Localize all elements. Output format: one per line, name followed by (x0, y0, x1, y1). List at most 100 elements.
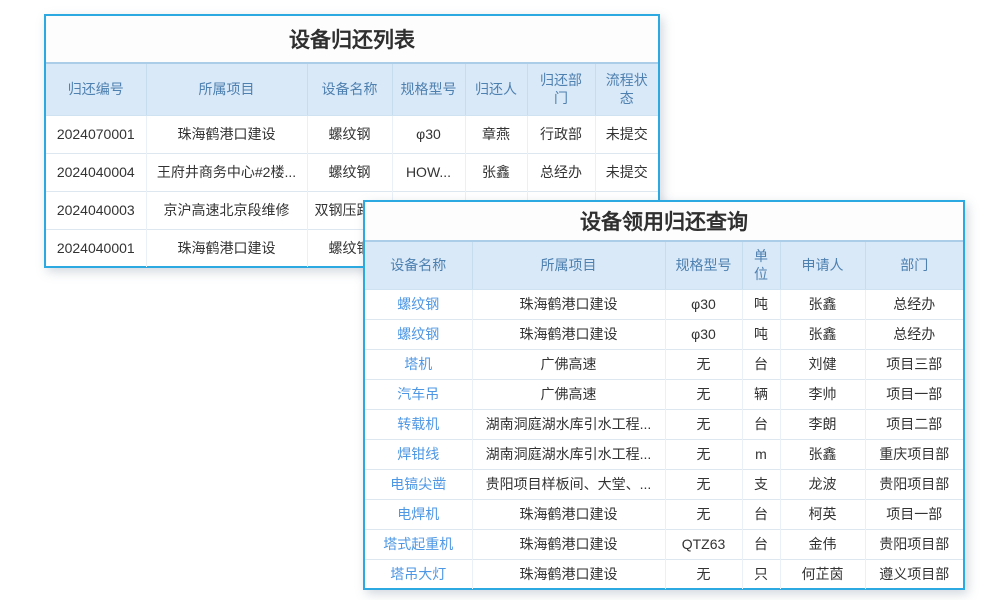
cell: 吨 (742, 319, 780, 349)
equipment-query-window: 设备领用归还查询 设备名称所属项目规格型号单位申请人部门 螺纹钢珠海鹤港口建设φ… (363, 200, 965, 590)
table-row: 2024070001珠海鹤港口建设螺纹钢φ30章燕行政部未提交 (46, 115, 658, 153)
cell: 项目三部 (865, 349, 963, 379)
equipment-name-link[interactable]: 电焊机 (365, 499, 472, 529)
cell: 珠海鹤港口建设 (472, 499, 665, 529)
cell: 辆 (742, 379, 780, 409)
cell: 2024040001 (46, 229, 146, 267)
column-header: 流程状态 (595, 63, 658, 115)
cell: 贵阳项目样板间、大堂、... (472, 469, 665, 499)
column-header: 设备名称 (365, 241, 472, 289)
return-list-header-row: 归还编号所属项目设备名称规格型号归还人归还部门流程状态 (46, 63, 658, 115)
cell: 湖南洞庭湖水库引水工程... (472, 409, 665, 439)
cell: 台 (742, 409, 780, 439)
table-row: 螺纹钢珠海鹤港口建设φ30吨张鑫总经办 (365, 289, 963, 319)
cell: φ30 (665, 319, 742, 349)
table-row: 电焊机珠海鹤港口建设无台柯英项目一部 (365, 499, 963, 529)
cell: HOW... (392, 153, 465, 191)
cell: 章燕 (465, 115, 527, 153)
query-table: 设备名称所属项目规格型号单位申请人部门 螺纹钢珠海鹤港口建设φ30吨张鑫总经办螺… (365, 240, 963, 589)
cell: 项目一部 (865, 499, 963, 529)
table-row: 塔吊大灯珠海鹤港口建设无只何芷茵遵义项目部 (365, 559, 963, 589)
cell: 总经办 (865, 319, 963, 349)
cell: 行政部 (527, 115, 595, 153)
equipment-name-link[interactable]: 螺纹钢 (365, 319, 472, 349)
cell: 吨 (742, 289, 780, 319)
column-header: 归还人 (465, 63, 527, 115)
table-row: 电镐尖凿贵阳项目样板间、大堂、...无支龙波贵阳项目部 (365, 469, 963, 499)
cell: 台 (742, 499, 780, 529)
table-row: 塔式起重机珠海鹤港口建设QTZ63台金伟贵阳项目部 (365, 529, 963, 559)
cell: 李朗 (780, 409, 865, 439)
equipment-name-link[interactable]: 焊钳线 (365, 439, 472, 469)
cell: 龙波 (780, 469, 865, 499)
cell: 柯英 (780, 499, 865, 529)
cell: m (742, 439, 780, 469)
query-header-row: 设备名称所属项目规格型号单位申请人部门 (365, 241, 963, 289)
cell: 项目二部 (865, 409, 963, 439)
table-row: 螺纹钢珠海鹤港口建设φ30吨张鑫总经办 (365, 319, 963, 349)
cell: 无 (665, 349, 742, 379)
cell: 螺纹钢 (307, 115, 392, 153)
column-header: 部门 (865, 241, 963, 289)
cell: 遵义项目部 (865, 559, 963, 589)
cell: 珠海鹤港口建设 (146, 229, 307, 267)
equipment-name-link[interactable]: 电镐尖凿 (365, 469, 472, 499)
cell: 珠海鹤港口建设 (472, 289, 665, 319)
cell: 张鑫 (780, 319, 865, 349)
cell: 金伟 (780, 529, 865, 559)
equipment-name-link[interactable]: 塔吊大灯 (365, 559, 472, 589)
equipment-name-link[interactable]: 汽车吊 (365, 379, 472, 409)
equipment-name-link[interactable]: 螺纹钢 (365, 289, 472, 319)
cell: 无 (665, 379, 742, 409)
cell: 台 (742, 349, 780, 379)
table-row: 转载机湖南洞庭湖水库引水工程...无台李朗项目二部 (365, 409, 963, 439)
cell: 珠海鹤港口建设 (472, 529, 665, 559)
cell: 只 (742, 559, 780, 589)
table-row: 塔机广佛高速无台刘健项目三部 (365, 349, 963, 379)
cell: 2024040003 (46, 191, 146, 229)
column-header: 所属项目 (472, 241, 665, 289)
cell: φ30 (392, 115, 465, 153)
cell: 湖南洞庭湖水库引水工程... (472, 439, 665, 469)
cell: 无 (665, 499, 742, 529)
equipment-name-link[interactable]: 塔式起重机 (365, 529, 472, 559)
cell: 无 (665, 469, 742, 499)
column-header: 申请人 (780, 241, 865, 289)
cell: 张鑫 (780, 289, 865, 319)
cell: 珠海鹤港口建设 (146, 115, 307, 153)
cell: 张鑫 (780, 439, 865, 469)
cell: 何芷茵 (780, 559, 865, 589)
cell: 重庆项目部 (865, 439, 963, 469)
cell: 刘健 (780, 349, 865, 379)
equipment-name-link[interactable]: 转载机 (365, 409, 472, 439)
cell: 螺纹钢 (307, 153, 392, 191)
column-header: 设备名称 (307, 63, 392, 115)
cell: 贵阳项目部 (865, 529, 963, 559)
return-list-title: 设备归还列表 (46, 16, 658, 62)
table-row: 汽车吊广佛高速无辆李帅项目一部 (365, 379, 963, 409)
cell: 广佛高速 (472, 349, 665, 379)
cell: 广佛高速 (472, 379, 665, 409)
cell: 李帅 (780, 379, 865, 409)
column-header: 归还编号 (46, 63, 146, 115)
cell: φ30 (665, 289, 742, 319)
cell: 未提交 (595, 115, 658, 153)
cell: 京沪高速北京段维修 (146, 191, 307, 229)
cell: 无 (665, 559, 742, 589)
cell: 珠海鹤港口建设 (472, 559, 665, 589)
cell: QTZ63 (665, 529, 742, 559)
column-header: 所属项目 (146, 63, 307, 115)
column-header: 单位 (742, 241, 780, 289)
cell: 台 (742, 529, 780, 559)
cell: 项目一部 (865, 379, 963, 409)
column-header: 规格型号 (665, 241, 742, 289)
cell: 贵阳项目部 (865, 469, 963, 499)
table-row: 2024040004王府井商务中心#2楼...螺纹钢HOW...张鑫总经办未提交 (46, 153, 658, 191)
equipment-name-link[interactable]: 塔机 (365, 349, 472, 379)
cell: 总经办 (865, 289, 963, 319)
cell: 无 (665, 439, 742, 469)
cell: 2024070001 (46, 115, 146, 153)
cell: 无 (665, 409, 742, 439)
cell: 支 (742, 469, 780, 499)
table-row: 焊钳线湖南洞庭湖水库引水工程...无m张鑫重庆项目部 (365, 439, 963, 469)
